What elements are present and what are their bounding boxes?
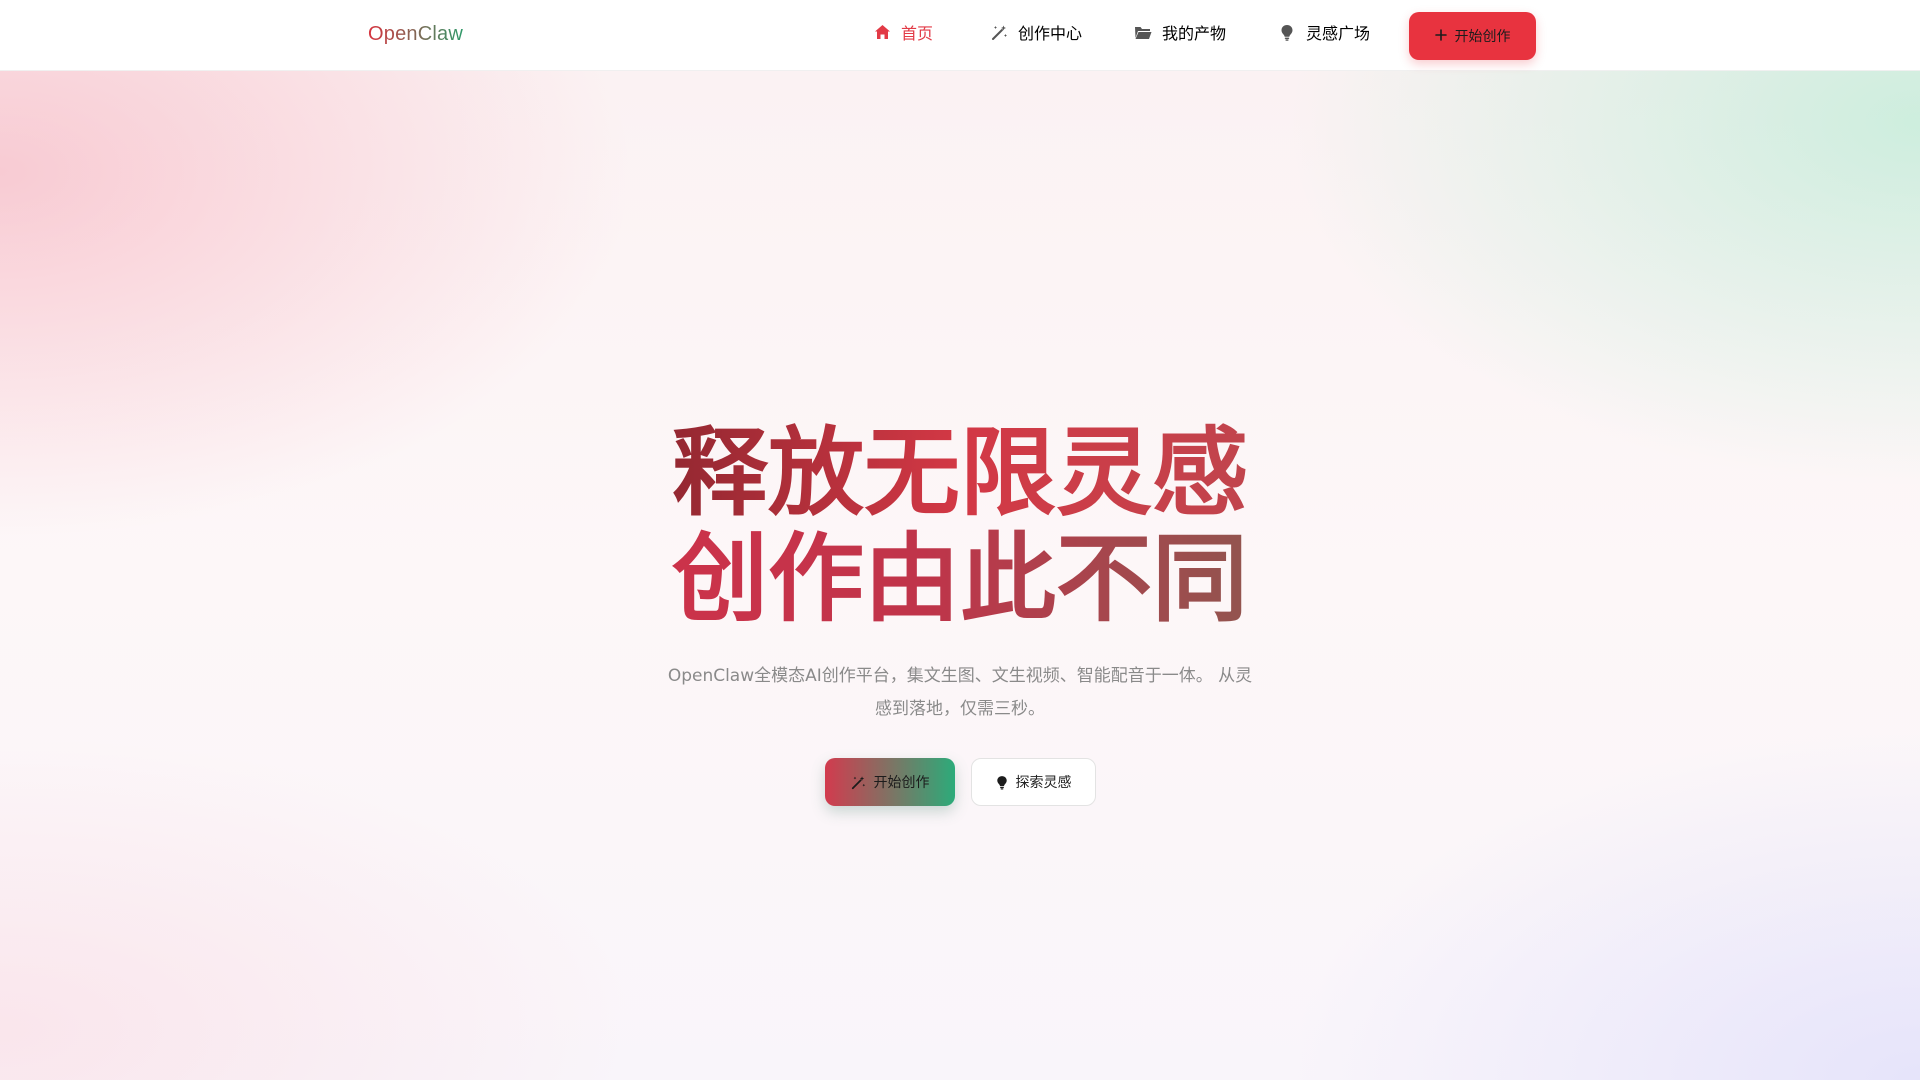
explore-inspiration-button[interactable]: 探索灵感 bbox=[971, 758, 1096, 806]
nav-my-products-label: 我的产物 bbox=[1162, 24, 1227, 43]
nav-home[interactable]: 首页 bbox=[873, 20, 933, 44]
start-creating-label: 开始创作 bbox=[873, 775, 930, 791]
hero-title: 释放无限灵感 创作由此不同 bbox=[0, 420, 1920, 632]
magic-wand-icon bbox=[851, 775, 866, 790]
nav-home-label: 首页 bbox=[901, 24, 934, 43]
top-navigation-bar: OpenClaw 首页 创作中心 我的产物 灵感广场 开始创作 bbox=[0, 0, 1920, 71]
openclaw-logo[interactable]: OpenClaw bbox=[368, 23, 463, 46]
start-creating-header-button[interactable]: 开始创作 bbox=[1409, 12, 1536, 60]
hero-title-line-2: 创作由此不同 bbox=[0, 526, 1920, 632]
start-creating-button[interactable]: 开始创作 bbox=[825, 758, 955, 806]
plus-icon bbox=[1434, 27, 1447, 45]
home-icon bbox=[873, 23, 891, 41]
page-root: OpenClaw 首页 创作中心 我的产物 灵感广场 开始创作 释放无限灵感 创… bbox=[0, 0, 1920, 1080]
hero-title-line-1: 释放无限灵感 bbox=[0, 420, 1920, 526]
start-creating-header-label: 开始创作 bbox=[1454, 29, 1511, 45]
folder-icon bbox=[1134, 23, 1152, 41]
nav-my-products[interactable]: 我的产物 bbox=[1134, 20, 1226, 44]
nav-creation-center-label: 创作中心 bbox=[1018, 24, 1083, 43]
nav-creation-center[interactable]: 创作中心 bbox=[990, 20, 1082, 44]
hero-subtitle: OpenClaw全模态AI创作平台，集文生图、文生视频、智能配音于一体。 从灵感… bbox=[667, 666, 1253, 719]
lightbulb-icon bbox=[1278, 23, 1296, 41]
nav-inspiration-square-label: 灵感广场 bbox=[1306, 24, 1371, 43]
lightbulb-icon bbox=[996, 775, 1008, 790]
explore-inspiration-label: 探索灵感 bbox=[1015, 775, 1072, 791]
magic-wand-icon bbox=[990, 23, 1008, 41]
nav-inspiration-square[interactable]: 灵感广场 bbox=[1278, 20, 1370, 44]
